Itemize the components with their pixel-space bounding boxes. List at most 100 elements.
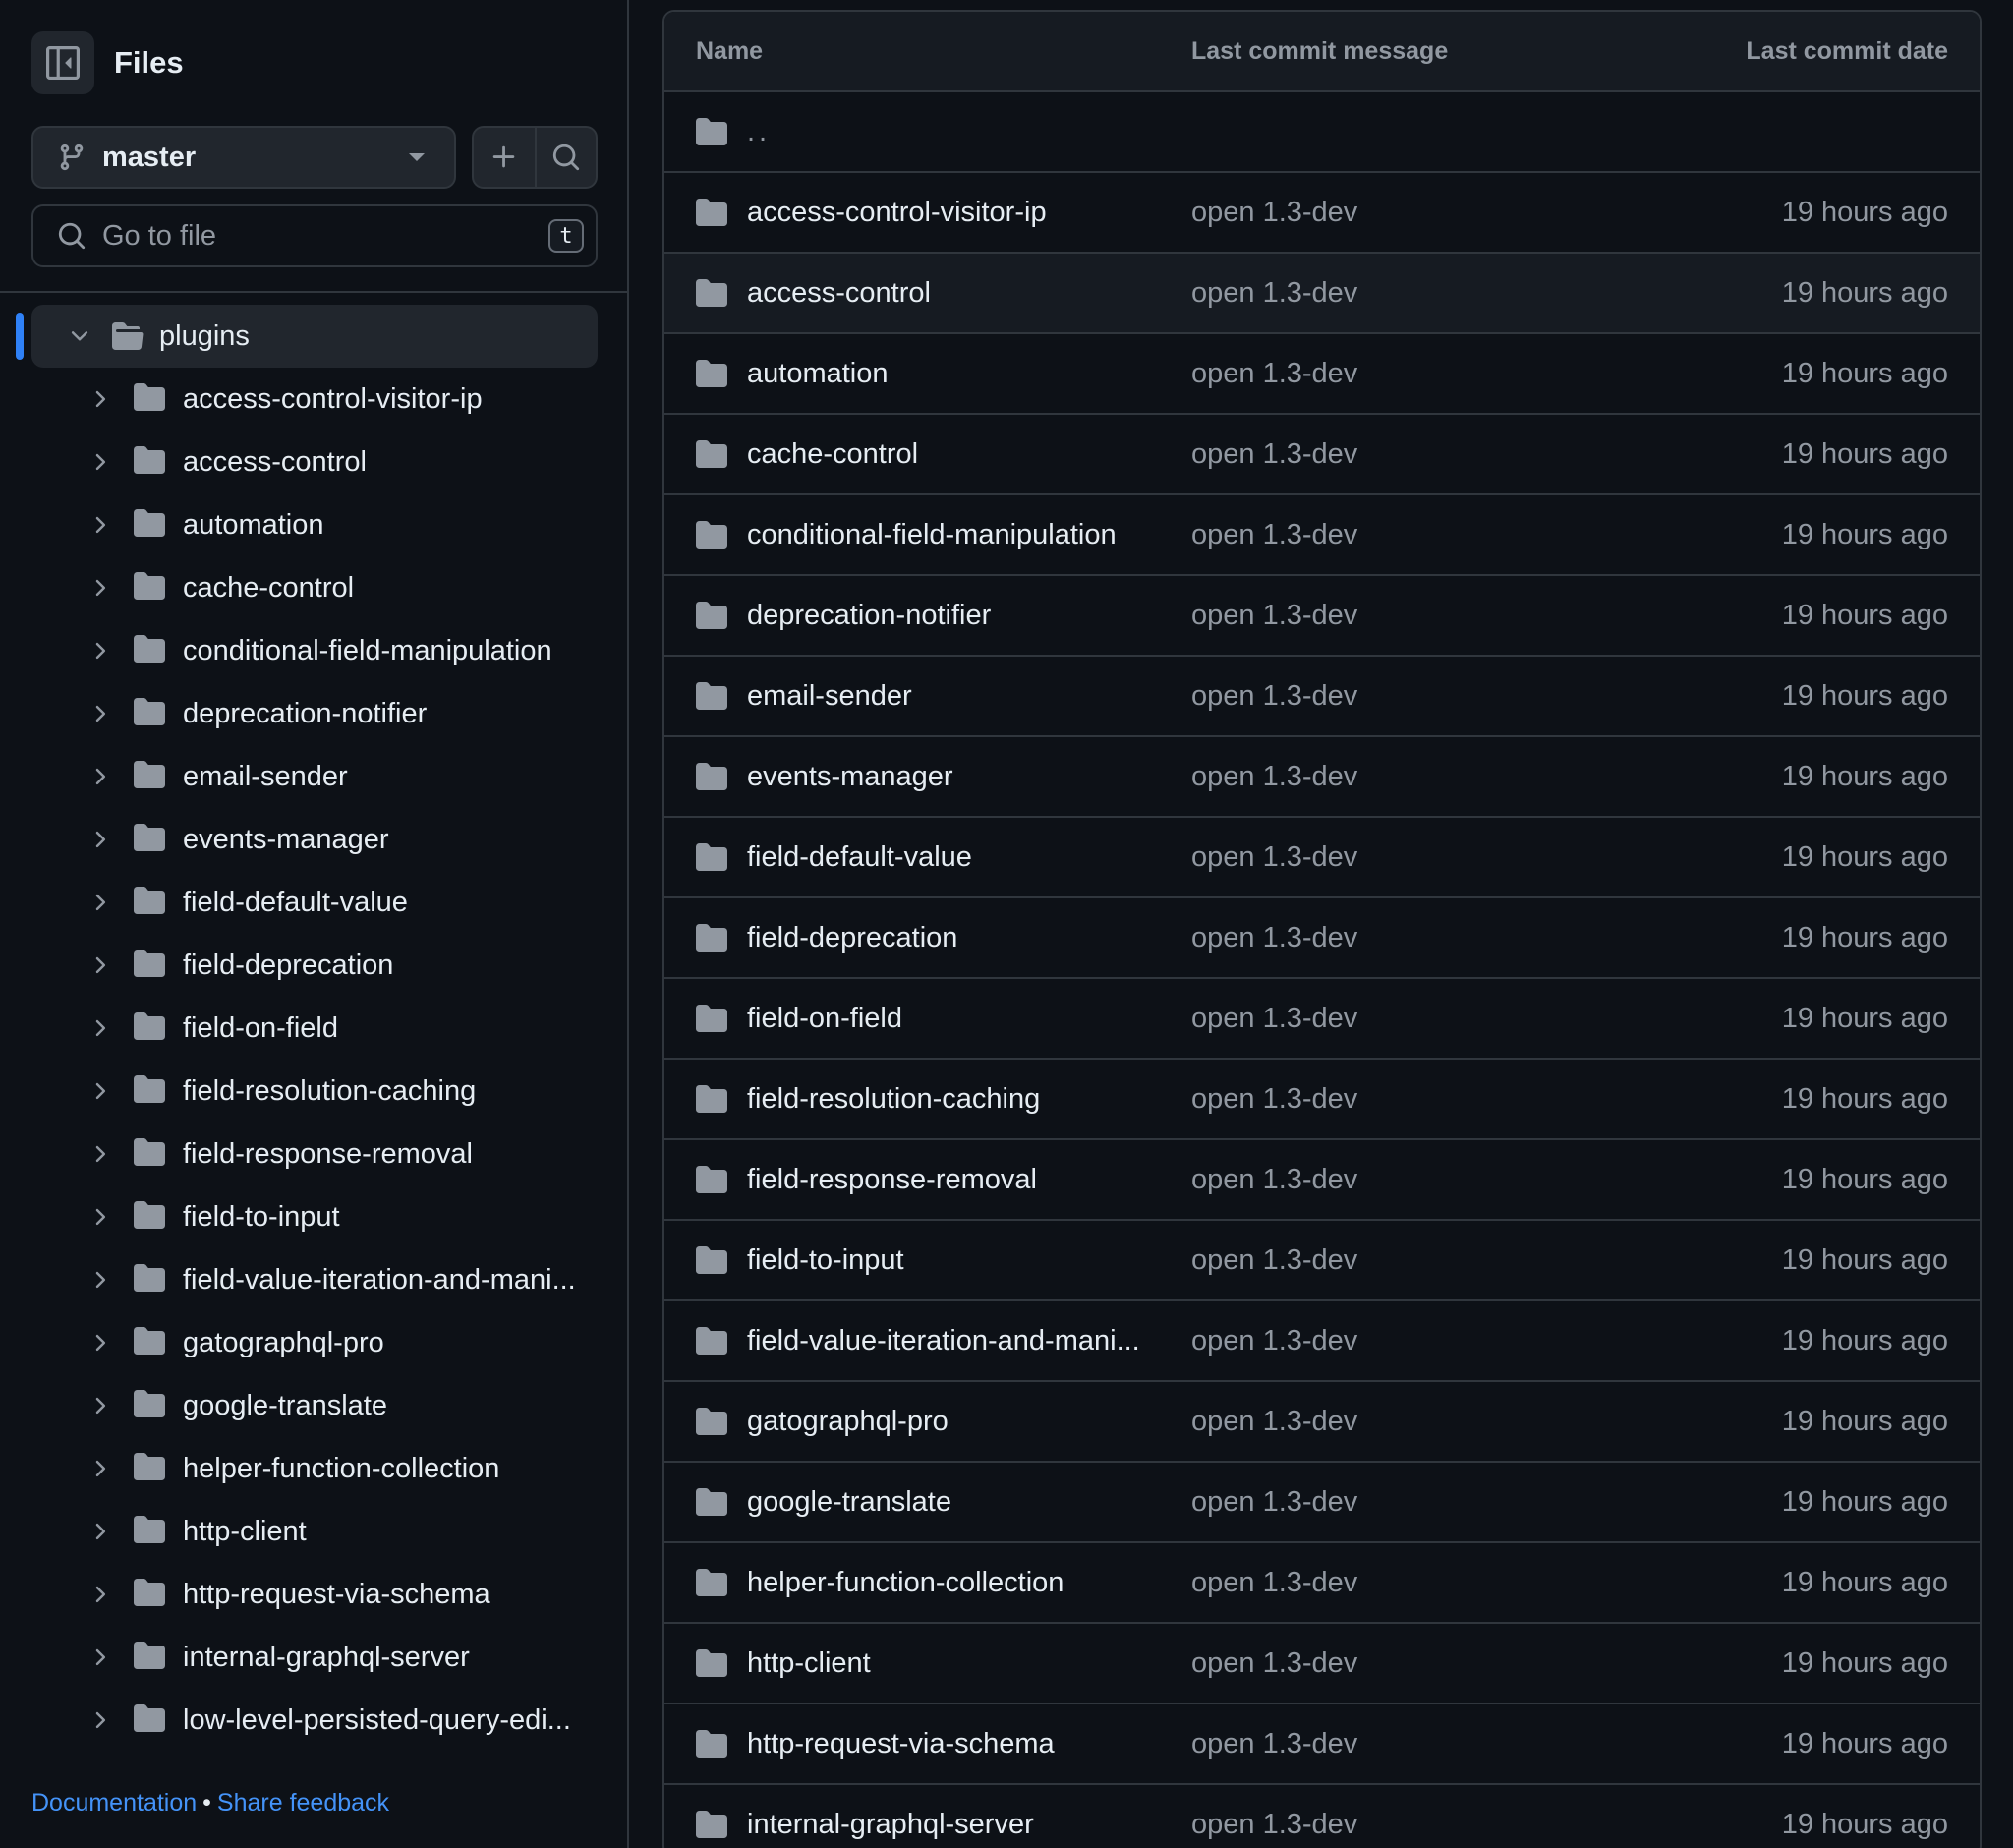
- commit-message-link[interactable]: open 1.3-dev: [1191, 197, 1685, 229]
- table-row[interactable]: http-request-via-schema open 1.3-dev 19 ho…: [664, 1704, 1980, 1785]
- commit-message-link[interactable]: open 1.3-dev: [1191, 1083, 1685, 1116]
- tree-item[interactable]: gatographql-pro: [0, 1311, 627, 1374]
- tree-item[interactable]: access-control-visitor-ip: [0, 368, 627, 431]
- commit-message-link[interactable]: open 1.3-dev: [1191, 1486, 1685, 1519]
- table-row[interactable]: access-control-visitor-ip open 1.3-dev 19 …: [664, 173, 1980, 254]
- commit-message-link[interactable]: open 1.3-dev: [1191, 358, 1685, 390]
- table-row[interactable]: cache-control open 1.3-dev 19 hours ago: [664, 415, 1980, 495]
- folder-name-link[interactable]: field-to-input: [747, 1244, 904, 1277]
- folder-name-link[interactable]: automation: [747, 358, 889, 390]
- commit-message-link[interactable]: open 1.3-dev: [1191, 600, 1685, 632]
- folder-name-link[interactable]: internal-graphql-server: [747, 1809, 1034, 1841]
- commit-message-link[interactable]: open 1.3-dev: [1191, 680, 1685, 713]
- table-row[interactable]: conditional-field-manipulation open 1.3-d…: [664, 495, 1980, 576]
- folder-name-link[interactable]: field-deprecation: [747, 922, 957, 954]
- table-row[interactable]: access-control open 1.3-dev 19 hours ago: [664, 254, 1980, 334]
- folder-name-link[interactable]: field-on-field: [747, 1003, 902, 1035]
- table-row[interactable]: internal-graphql-server open 1.3-dev 19 ho…: [664, 1785, 1980, 1848]
- tree-item[interactable]: field-default-value: [0, 871, 627, 934]
- commit-message-link[interactable]: open 1.3-dev: [1191, 1567, 1685, 1599]
- folder-name-link[interactable]: field-default-value: [747, 841, 972, 874]
- folder-name-link[interactable]: google-translate: [747, 1486, 951, 1519]
- search-code-button[interactable]: [534, 128, 596, 187]
- table-row[interactable]: field-to-input open 1.3-dev 19 hours ago: [664, 1221, 1980, 1301]
- commit-message-link[interactable]: open 1.3-dev: [1191, 1244, 1685, 1277]
- go-to-file-search[interactable]: t: [31, 204, 598, 267]
- table-row[interactable]: field-default-value open 1.3-dev 19 hours …: [664, 818, 1980, 898]
- documentation-link[interactable]: Documentation: [31, 1789, 197, 1817]
- table-row[interactable]: field-value-iteration-and-mani... open 1.…: [664, 1301, 1980, 1382]
- commit-message-link[interactable]: open 1.3-dev: [1191, 1003, 1685, 1035]
- table-row[interactable]: field-response-removal open 1.3-dev 19 hou…: [664, 1140, 1980, 1221]
- commit-message-link[interactable]: open 1.3-dev: [1191, 1325, 1685, 1357]
- commit-message-link[interactable]: open 1.3-dev: [1191, 1728, 1685, 1761]
- commit-message-link[interactable]: open 1.3-dev: [1191, 1809, 1685, 1841]
- table-row[interactable]: field-resolution-caching open 1.3-dev 19 h…: [664, 1060, 1980, 1140]
- parent-directory-row[interactable]: ..: [664, 92, 1980, 173]
- table-row[interactable]: google-translate open 1.3-dev 19 hours ago: [664, 1463, 1980, 1543]
- tree-item[interactable]: internal-graphql-server: [0, 1626, 627, 1689]
- commit-message-link[interactable]: open 1.3-dev: [1191, 761, 1685, 793]
- tree-item[interactable]: field-to-input: [0, 1185, 627, 1248]
- tree-item[interactable]: http-client: [0, 1500, 627, 1563]
- table-row[interactable]: field-on-field open 1.3-dev 19 hours ago: [664, 979, 1980, 1060]
- tree-item[interactable]: automation: [0, 493, 627, 556]
- go-to-file-input[interactable]: [102, 219, 548, 253]
- tree-item[interactable]: conditional-field-manipulation: [0, 619, 627, 682]
- commit-message-link[interactable]: open 1.3-dev: [1191, 922, 1685, 954]
- table-row[interactable]: field-deprecation open 1.3-dev 19 hours ag…: [664, 898, 1980, 979]
- table-row[interactable]: automation open 1.3-dev 19 hours ago: [664, 334, 1980, 415]
- folder-name-link[interactable]: field-value-iteration-and-mani...: [747, 1325, 1140, 1357]
- folder-name-link[interactable]: cache-control: [747, 438, 918, 471]
- tree-item[interactable]: http-request-via-schema: [0, 1563, 627, 1626]
- folder-name-link[interactable]: http-client: [747, 1647, 871, 1680]
- tree-item[interactable]: field-response-removal: [0, 1123, 627, 1185]
- table-row[interactable]: deprecation-notifier open 1.3-dev 19 hours…: [664, 576, 1980, 657]
- table-row[interactable]: email-sender open 1.3-dev 19 hours ago: [664, 657, 1980, 737]
- table-row[interactable]: helper-function-collection open 1.3-dev 19…: [664, 1543, 1980, 1624]
- folder-name-link[interactable]: conditional-field-manipulation: [747, 519, 1117, 551]
- tree-item[interactable]: field-value-iteration-and-mani...: [0, 1248, 627, 1311]
- folder-name-link[interactable]: events-manager: [747, 761, 953, 793]
- folder-name-link[interactable]: helper-function-collection: [747, 1567, 1064, 1599]
- table-row[interactable]: gatographql-pro open 1.3-dev 19 hours ago: [664, 1382, 1980, 1463]
- branch-selector[interactable]: master: [31, 126, 456, 189]
- folder-name-link[interactable]: http-request-via-schema: [747, 1728, 1055, 1761]
- table-row[interactable]: events-manager open 1.3-dev 19 hours ago: [664, 737, 1980, 818]
- commit-message-link[interactable]: open 1.3-dev: [1191, 1164, 1685, 1196]
- tree-item[interactable]: low-level-persisted-query-edi...: [0, 1689, 627, 1752]
- tree-item[interactable]: access-control: [0, 431, 627, 493]
- add-file-button[interactable]: [474, 128, 535, 187]
- tree-item[interactable]: deprecation-notifier: [0, 682, 627, 745]
- table-row[interactable]: http-client open 1.3-dev 19 hours ago: [664, 1624, 1980, 1704]
- folder-name-link[interactable]: access-control-visitor-ip: [747, 197, 1047, 229]
- tree-item[interactable]: email-sender: [0, 745, 627, 808]
- tree-item[interactable]: events-manager: [0, 808, 627, 871]
- folder-icon: [134, 1578, 165, 1606]
- commit-message-link[interactable]: open 1.3-dev: [1191, 277, 1685, 310]
- tree-item[interactable]: field-deprecation: [0, 934, 627, 997]
- folder-name-link[interactable]: deprecation-notifier: [747, 600, 991, 632]
- folder-name-link[interactable]: email-sender: [747, 680, 912, 713]
- tree-item[interactable]: field-on-field: [0, 997, 627, 1060]
- folder-name-link[interactable]: field-resolution-caching: [747, 1083, 1040, 1116]
- commit-message-link[interactable]: open 1.3-dev: [1191, 438, 1685, 471]
- share-feedback-link[interactable]: Share feedback: [217, 1789, 389, 1817]
- commit-message-link[interactable]: open 1.3-dev: [1191, 519, 1685, 551]
- commit-message-link[interactable]: open 1.3-dev: [1191, 1647, 1685, 1680]
- column-header-date: Last commit date: [1746, 36, 1948, 65]
- tree-item[interactable]: helper-function-collection: [0, 1437, 627, 1500]
- folder-name-link[interactable]: gatographql-pro: [747, 1406, 949, 1438]
- tree-item[interactable]: field-resolution-caching: [0, 1060, 627, 1123]
- tree-item-plugins[interactable]: plugins: [16, 305, 598, 368]
- tree-item[interactable]: google-translate: [0, 1374, 627, 1437]
- commit-message-link[interactable]: open 1.3-dev: [1191, 1406, 1685, 1438]
- collapse-sidebar-button[interactable]: [31, 31, 94, 94]
- folder-name-link[interactable]: field-response-removal: [747, 1164, 1037, 1196]
- tree-item-label: http-client: [183, 1515, 307, 1547]
- commit-message-link[interactable]: open 1.3-dev: [1191, 841, 1685, 874]
- folder-name-link[interactable]: access-control: [747, 277, 931, 310]
- tree-item[interactable]: cache-control: [0, 556, 627, 619]
- folder-icon: [134, 1200, 165, 1229]
- keyboard-shortcut-hint: t: [548, 219, 584, 253]
